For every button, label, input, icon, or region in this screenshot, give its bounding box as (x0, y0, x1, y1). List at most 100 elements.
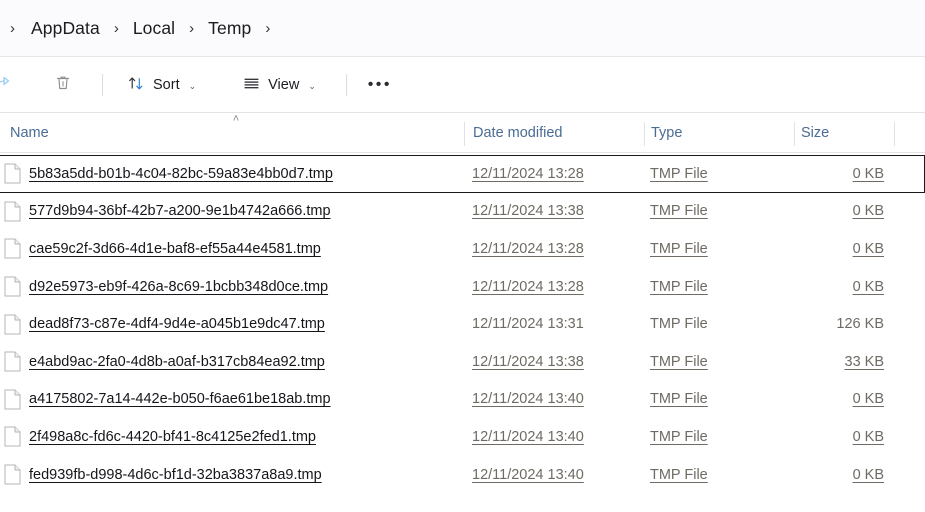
file-type-label: TMP File (650, 165, 708, 182)
file-row[interactable]: 577d9b94-36bf-42b7-a200-9e1b4742a666.tmp… (0, 193, 925, 231)
file-size-label: 0 KB (852, 240, 884, 257)
list-view-icon (242, 74, 261, 97)
file-size-cell[interactable]: 0 KB (794, 193, 894, 231)
file-size-cell[interactable]: 33 KB (794, 343, 894, 381)
file-date-cell[interactable]: 12/11/2024 13:40 (464, 456, 644, 494)
toolbar-divider-2 (345, 74, 347, 96)
file-type-cell[interactable]: TMP File (644, 305, 794, 343)
file-date-cell[interactable]: 12/11/2024 13:28 (464, 230, 644, 268)
file-size-cell[interactable]: 0 KB (794, 230, 894, 268)
file-type-label: TMP File (650, 240, 708, 257)
sort-button-label: Sort (153, 77, 180, 93)
file-type-label: TMP File (650, 278, 708, 295)
file-list: 5b83a5dd-b01b-4c04-82bc-59a83e4bb0d7.tmp… (0, 155, 925, 493)
file-type-cell[interactable]: TMP File (644, 456, 794, 494)
file-date-cell[interactable]: 12/11/2024 13:40 (464, 381, 644, 419)
chevron-down-icon: ⌄ (308, 80, 316, 91)
view-button[interactable]: View ⌄ (234, 68, 324, 102)
breadcrumb-chevron-icon-1[interactable]: › (102, 21, 131, 36)
file-type-label: TMP File (650, 466, 708, 483)
file-name-cell[interactable]: 5b83a5dd-b01b-4c04-82bc-59a83e4bb0d7.tmp (0, 156, 464, 192)
column-header-type[interactable]: Type (644, 113, 794, 153)
file-row[interactable]: dead8f73-c87e-4df4-9d4e-a045b1e9dc47.tmp… (0, 305, 925, 343)
breadcrumb-item-temp[interactable]: Temp (206, 15, 253, 42)
column-header-row: ˄ Name Date modified Type Size (0, 113, 925, 153)
file-name-cell[interactable]: 2f498a8c-fd6c-4420-bf41-8c4125e2fed1.tmp (0, 418, 464, 456)
file-size-cell[interactable]: 0 KB (794, 456, 894, 494)
chevron-down-icon: ⌄ (188, 80, 197, 91)
file-icon (4, 163, 21, 184)
toolbar-divider-1 (102, 74, 103, 96)
more-options-button[interactable]: ••• (363, 68, 397, 102)
file-name-cell[interactable]: cae59c2f-3d66-4d1e-baf8-ef55a44e4581.tmp (0, 230, 464, 268)
file-icon (4, 238, 21, 259)
file-type-cell[interactable]: TMP File (644, 381, 794, 419)
file-name-cell[interactable]: 577d9b94-36bf-42b7-a200-9e1b4742a666.tmp (0, 193, 464, 231)
file-name-label: dead8f73-c87e-4df4-9d4e-a045b1e9dc47.tmp (29, 316, 325, 333)
file-icon (4, 201, 21, 222)
file-date-cell[interactable]: 12/11/2024 13:31 (464, 305, 644, 343)
breadcrumb-item-local[interactable]: Local (131, 15, 177, 42)
file-type-label: TMP File (650, 391, 708, 408)
file-name-label: 2f498a8c-fd6c-4420-bf41-8c4125e2fed1.tmp (29, 428, 316, 445)
file-date-cell[interactable]: 12/11/2024 13:40 (464, 418, 644, 456)
file-date-cell[interactable]: 12/11/2024 13:38 (464, 193, 644, 231)
file-row[interactable]: d92e5973-eb9f-426a-8c69-1bcbb348d0ce.tmp… (0, 268, 925, 306)
file-type-cell[interactable]: TMP File (644, 268, 794, 306)
file-name-label: a4175802-7a14-442e-b050-f6ae61be18ab.tmp (29, 391, 331, 408)
command-bar: Sort ⌄ View ⌄ ••• (0, 57, 925, 113)
column-header-date-modified[interactable]: Date modified (464, 113, 644, 153)
column-header-name[interactable]: Name (0, 113, 464, 153)
file-name-cell[interactable]: dead8f73-c87e-4df4-9d4e-a045b1e9dc47.tmp (0, 305, 464, 343)
file-size-cell[interactable]: 126 KB (794, 305, 894, 343)
file-size-label: 0 KB (852, 203, 884, 220)
file-size-cell[interactable]: 0 KB (794, 381, 894, 419)
file-date-label: 12/11/2024 13:40 (472, 391, 584, 408)
file-explorer-window: › AppData › Local › Temp › Sort ⌄ View ⌄… (0, 0, 925, 512)
file-type-cell[interactable]: TMP File (644, 193, 794, 231)
file-row[interactable]: cae59c2f-3d66-4d1e-baf8-ef55a44e4581.tmp… (0, 230, 925, 268)
file-date-cell[interactable]: 12/11/2024 13:38 (464, 343, 644, 381)
delete-button[interactable] (46, 68, 80, 102)
share-icon (0, 73, 13, 97)
file-row[interactable]: e4abd9ac-2fa0-4d8b-a0af-b317cb84ea92.tmp… (0, 343, 925, 381)
breadcrumb-item-appdata[interactable]: AppData (29, 15, 102, 42)
file-date-label: 12/11/2024 13:40 (472, 428, 584, 445)
file-name-cell[interactable]: fed939fb-d998-4d6c-bf1d-32ba3837a8a9.tmp (0, 456, 464, 494)
file-type-cell[interactable]: TMP File (644, 343, 794, 381)
file-icon (4, 464, 21, 485)
file-type-cell[interactable]: TMP File (644, 418, 794, 456)
ellipsis-icon: ••• (367, 76, 393, 93)
file-name-cell[interactable]: d92e5973-eb9f-426a-8c69-1bcbb348d0ce.tmp (0, 268, 464, 306)
file-name-cell[interactable]: a4175802-7a14-442e-b050-f6ae61be18ab.tmp (0, 381, 464, 419)
file-date-label: 12/11/2024 13:40 (472, 466, 584, 483)
breadcrumb-leading-chevron-icon[interactable]: › (4, 21, 29, 36)
file-type-cell[interactable]: TMP File (644, 156, 794, 192)
column-header-divider (0, 152, 925, 153)
sort-button[interactable]: Sort ⌄ (119, 68, 204, 102)
file-row[interactable]: 2f498a8c-fd6c-4420-bf41-8c4125e2fed1.tmp… (0, 418, 925, 456)
breadcrumb-chevron-icon-2[interactable]: › (177, 21, 206, 36)
breadcrumb-trailing-chevron-icon[interactable]: › (253, 21, 282, 36)
file-row[interactable]: a4175802-7a14-442e-b050-f6ae61be18ab.tmp… (0, 381, 925, 419)
file-name-label: fed939fb-d998-4d6c-bf1d-32ba3837a8a9.tmp (29, 466, 322, 483)
column-header-name-label: Name (10, 125, 49, 141)
column-divider-4[interactable] (894, 122, 895, 146)
file-date-label: 12/11/2024 13:38 (472, 203, 584, 220)
file-date-label: 12/11/2024 13:28 (472, 278, 584, 295)
file-row[interactable]: 5b83a5dd-b01b-4c04-82bc-59a83e4bb0d7.tmp… (0, 155, 925, 193)
file-date-cell[interactable]: 12/11/2024 13:28 (464, 156, 644, 192)
file-size-cell[interactable]: 0 KB (794, 268, 894, 306)
file-size-cell[interactable]: 0 KB (794, 418, 894, 456)
share-button[interactable] (0, 68, 20, 102)
file-row[interactable]: fed939fb-d998-4d6c-bf1d-32ba3837a8a9.tmp… (0, 456, 925, 494)
file-date-cell[interactable]: 12/11/2024 13:28 (464, 268, 644, 306)
column-header-size[interactable]: Size (794, 113, 894, 153)
file-type-cell[interactable]: TMP File (644, 230, 794, 268)
file-type-label: TMP File (650, 203, 708, 220)
file-size-cell[interactable]: 0 KB (794, 156, 894, 192)
file-name-cell[interactable]: e4abd9ac-2fa0-4d8b-a0af-b317cb84ea92.tmp (0, 343, 464, 381)
file-type-label: TMP File (650, 316, 708, 333)
file-date-label: 12/11/2024 13:28 (472, 165, 584, 182)
sort-arrows-icon (127, 74, 146, 97)
